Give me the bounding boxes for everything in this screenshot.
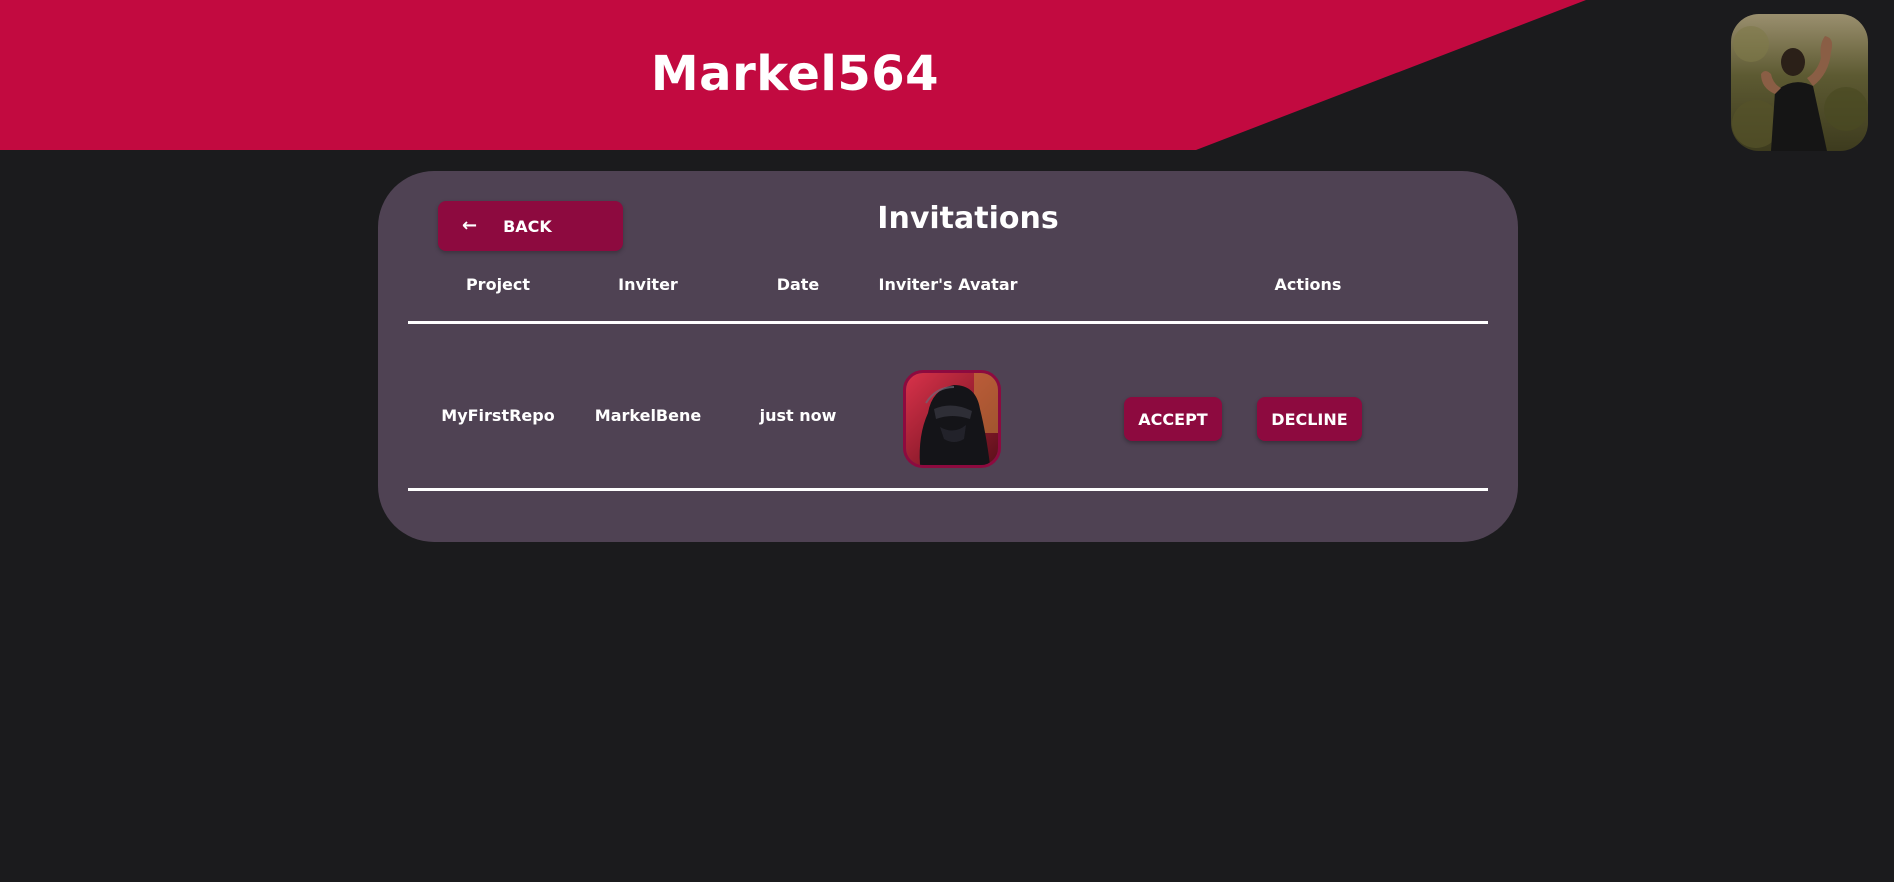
decline-button[interactable]: DECLINE [1257, 397, 1362, 441]
cell-inviter: MarkelBene [594, 406, 702, 425]
helmet-avatar-icon [906, 373, 998, 465]
profile-avatar[interactable] [1731, 14, 1868, 151]
table-divider-bottom [408, 488, 1488, 491]
invitations-card: ← BACK Invitations Project Inviter Date … [378, 171, 1518, 542]
card-title: Invitations [877, 201, 1059, 236]
column-header-date: Date [776, 275, 820, 294]
arrow-left-icon: ← [462, 215, 478, 236]
cell-date: just now [759, 406, 837, 425]
username-title: Markel564 [650, 46, 940, 102]
table-divider-top [408, 321, 1488, 324]
back-button[interactable]: ← BACK [438, 201, 623, 251]
column-header-project: Project [465, 275, 531, 294]
profile-photo-icon [1731, 14, 1868, 151]
column-header-avatar: Inviter's Avatar [878, 275, 1018, 294]
back-button-label: BACK [503, 216, 552, 236]
accept-button[interactable]: ACCEPT [1124, 397, 1222, 441]
column-header-inviter: Inviter [618, 275, 678, 294]
inviter-avatar [903, 370, 1001, 468]
invitations-page: Markel564 ← BACK Invitations Project Inv… [0, 0, 1894, 882]
cell-project: MyFirstRepo [441, 406, 555, 425]
column-header-actions: Actions [1274, 275, 1342, 294]
